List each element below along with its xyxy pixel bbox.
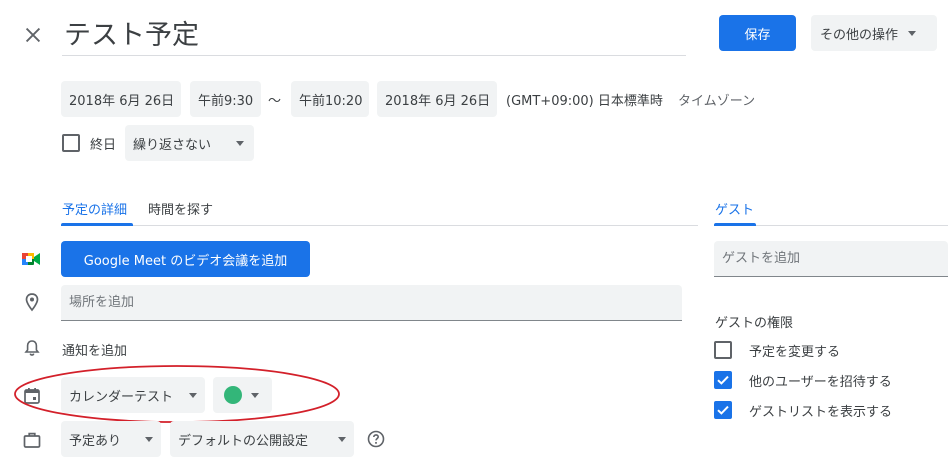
all-day-label: 終日 bbox=[90, 137, 117, 153]
visibility-select[interactable]: デフォルトの公開設定 bbox=[170, 421, 354, 457]
briefcase-icon bbox=[23, 432, 41, 448]
guest-permissions-heading: ゲストの権限 bbox=[715, 316, 794, 331]
start-time-chip[interactable]: 午前9:30 bbox=[190, 81, 261, 117]
chevron-down-icon bbox=[145, 436, 153, 442]
save-button[interactable]: 保存 bbox=[719, 15, 796, 51]
tab-guests[interactable]: ゲスト bbox=[715, 199, 754, 218]
bell-icon bbox=[24, 340, 40, 356]
permission-see-guest-list-label: ゲストリストを表示する bbox=[749, 404, 893, 420]
add-notification-link[interactable]: 通知を追加 bbox=[62, 340, 127, 359]
recurrence-dropdown[interactable]: 繰り返さない bbox=[125, 125, 254, 161]
end-date-chip[interactable]: 2018年 6月 26日 bbox=[377, 81, 497, 117]
chevron-down-icon bbox=[908, 30, 917, 36]
more-actions-dropdown[interactable]: その他の操作 bbox=[811, 15, 937, 51]
time-range-separator: 〜 bbox=[268, 93, 282, 109]
permission-modify-event-checkbox[interactable] bbox=[714, 341, 732, 359]
end-time-chip[interactable]: 午前10:20 bbox=[291, 81, 369, 117]
permission-modify-event-label: 予定を変更する bbox=[749, 344, 841, 360]
guests-tab-indicator bbox=[714, 223, 756, 226]
availability-select[interactable]: 予定あり bbox=[61, 421, 161, 457]
chevron-down-icon bbox=[338, 436, 346, 442]
active-tab-indicator bbox=[61, 223, 133, 226]
tab-find-time[interactable]: 時間を探す bbox=[148, 199, 213, 218]
recurrence-value: 繰り返さない bbox=[133, 137, 212, 153]
annotation-ellipse bbox=[14, 365, 340, 423]
timezone-value: (GMT+09:00) 日本標準時 bbox=[506, 93, 663, 109]
tab-event-details[interactable]: 予定の詳細 bbox=[62, 199, 127, 218]
checkmark-icon bbox=[717, 405, 729, 415]
close-icon[interactable] bbox=[22, 24, 44, 46]
more-actions-label: その他の操作 bbox=[820, 27, 899, 43]
location-input[interactable] bbox=[61, 285, 682, 321]
permission-invite-others-checkbox[interactable] bbox=[714, 371, 732, 389]
add-guests-input[interactable] bbox=[714, 241, 948, 277]
tabs-divider bbox=[61, 225, 698, 226]
event-title-input[interactable] bbox=[62, 10, 686, 56]
all-day-checkbox[interactable] bbox=[62, 134, 80, 152]
help-icon[interactable] bbox=[366, 429, 386, 449]
permission-invite-others-label: 他のユーザーを招待する bbox=[749, 374, 892, 390]
timezone-link[interactable]: タイムゾーン bbox=[678, 81, 755, 117]
location-pin-icon bbox=[25, 293, 39, 312]
add-google-meet-button[interactable]: Google Meet のビデオ会議を追加 bbox=[61, 241, 310, 277]
checkmark-icon bbox=[717, 375, 729, 385]
visibility-value: デフォルトの公開設定 bbox=[178, 433, 309, 449]
start-date-chip[interactable]: 2018年 6月 26日 bbox=[61, 81, 181, 117]
chevron-down-icon bbox=[236, 140, 244, 146]
availability-value: 予定あり bbox=[69, 433, 122, 449]
permission-see-guest-list-checkbox[interactable] bbox=[714, 401, 732, 419]
google-meet-icon bbox=[22, 253, 40, 265]
